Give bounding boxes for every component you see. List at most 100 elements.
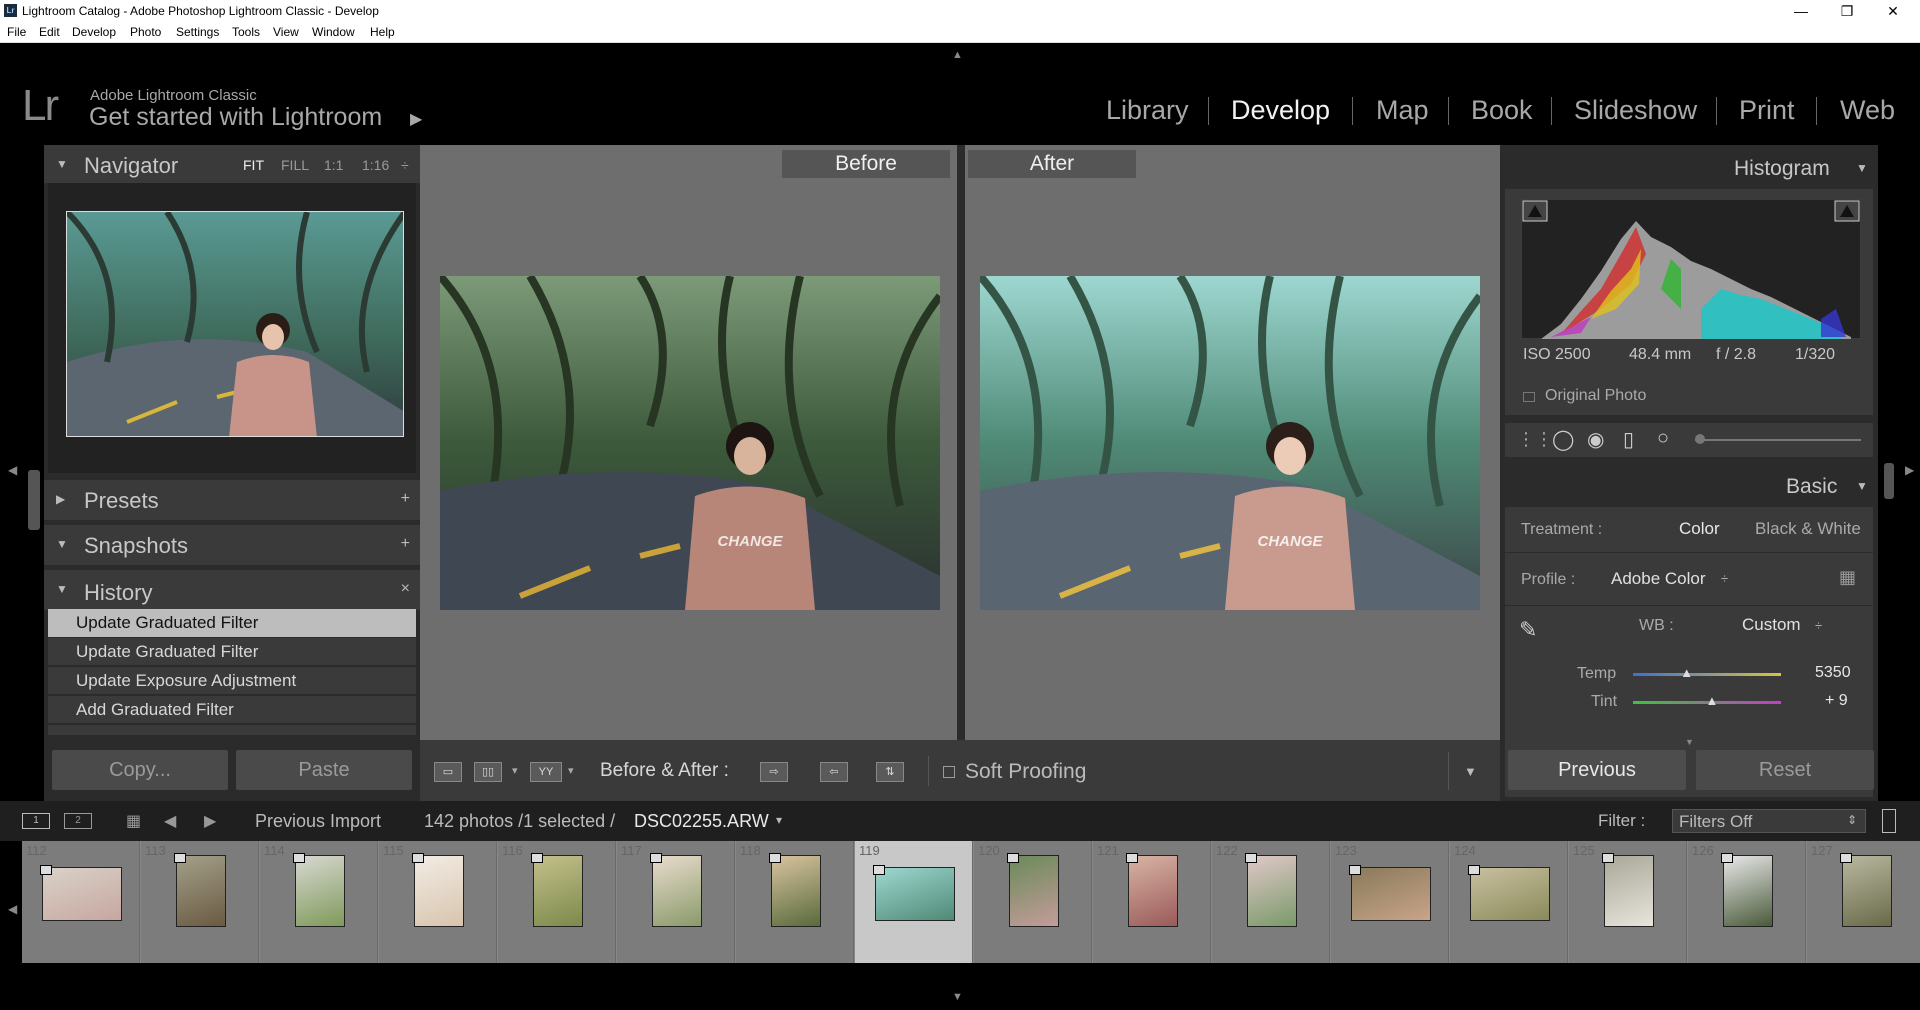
- filmstrip-cell[interactable]: 127: [1807, 841, 1920, 963]
- add-preset-icon[interactable]: +: [401, 490, 410, 508]
- filename-dropdown-icon[interactable]: ▾: [776, 813, 782, 827]
- menu-file[interactable]: File: [7, 25, 26, 39]
- filmstrip-cell[interactable]: 123: [1331, 841, 1449, 963]
- photo-thumbnail[interactable]: [295, 855, 345, 927]
- before-after-mode-icon[interactable]: YY: [530, 762, 562, 782]
- photo-thumbnail[interactable]: [1247, 855, 1297, 927]
- primary-window-button[interactable]: 1: [22, 813, 50, 829]
- filmstrip-cell[interactable]: 112: [22, 841, 140, 963]
- zoom-fit[interactable]: FIT: [243, 157, 264, 173]
- filmstrip-cell[interactable]: 121: [1093, 841, 1211, 963]
- basic-header[interactable]: Basic ▼: [1500, 463, 1878, 505]
- photo-thumbnail[interactable]: [771, 855, 821, 927]
- bottom-panel-toggle-icon[interactable]: ▼: [952, 991, 963, 1003]
- filmstrip-cell[interactable]: 126: [1688, 841, 1806, 963]
- photo-thumbnail[interactable]: [1470, 867, 1550, 921]
- add-snapshot-icon[interactable]: +: [401, 535, 410, 553]
- spot-removal-icon[interactable]: ◯: [1552, 427, 1574, 452]
- filmstrip-cell[interactable]: 120: [974, 841, 1092, 963]
- treatment-black-white[interactable]: Black & White: [1755, 519, 1861, 539]
- left-panel-toggle-icon[interactable]: ◀: [8, 463, 17, 477]
- navigator-preview-area[interactable]: [48, 183, 416, 473]
- module-print[interactable]: Print: [1739, 95, 1795, 126]
- after-photo[interactable]: CHANGE: [980, 276, 1480, 610]
- identity-plate[interactable]: Get started with Lightroom: [89, 103, 382, 132]
- photo-thumbnail[interactable]: [1009, 855, 1059, 927]
- menu-view[interactable]: View: [273, 25, 299, 39]
- expand-triangle-icon[interactable]: ▶: [56, 492, 65, 506]
- copy-before-to-after-icon[interactable]: ⇨: [760, 762, 788, 782]
- presets-header[interactable]: ▶ Presets +: [44, 480, 420, 520]
- histogram-box[interactable]: ISO 2500 48.4 mm f / 2.8 1/320 Original …: [1505, 189, 1873, 415]
- navigator-thumbnail[interactable]: [66, 211, 404, 437]
- filmstrip-cell[interactable]: 125: [1569, 841, 1687, 963]
- module-library[interactable]: Library: [1106, 95, 1189, 126]
- selected-filename[interactable]: DSC02255.ARW: [634, 811, 769, 832]
- menu-photo[interactable]: Photo: [130, 25, 161, 39]
- histogram-graph[interactable]: [1521, 199, 1861, 339]
- zoom-1-1[interactable]: 1:1: [324, 157, 343, 173]
- history-header[interactable]: ▼ History ×: [44, 570, 420, 610]
- secondary-window-button[interactable]: 2: [64, 813, 92, 829]
- photo-thumbnail[interactable]: [1128, 855, 1178, 927]
- module-book[interactable]: Book: [1471, 95, 1533, 126]
- swap-before-after-icon[interactable]: ⇅: [876, 762, 904, 782]
- soft-proofing-checkbox[interactable]: [943, 766, 955, 778]
- snapshots-header[interactable]: ▼ Snapshots +: [44, 525, 420, 565]
- photo-thumbnail[interactable]: [1351, 867, 1431, 921]
- zoom-more-icon[interactable]: ÷: [401, 157, 409, 173]
- menu-settings[interactable]: Settings: [176, 25, 219, 39]
- history-item-partial[interactable]: [48, 725, 416, 735]
- menu-develop[interactable]: Develop: [72, 25, 116, 39]
- filmstrip-cell[interactable]: 118: [736, 841, 854, 963]
- adjustment-brush-slider[interactable]: [1695, 439, 1861, 441]
- profile-value[interactable]: Adobe Color: [1611, 569, 1706, 589]
- ba-mode-dropdown-icon[interactable]: ▾: [568, 764, 574, 777]
- photo-thumbnail[interactable]: [1842, 855, 1892, 927]
- previous-button[interactable]: Previous: [1508, 750, 1686, 790]
- menu-tools[interactable]: Tools: [232, 25, 260, 39]
- before-after-view-icon[interactable]: ▯▯: [474, 762, 502, 782]
- grid-view-icon[interactable]: ▦: [126, 811, 141, 831]
- white-balance-picker-icon[interactable]: ✎: [1519, 617, 1537, 643]
- histogram-header[interactable]: Histogram ▼: [1500, 145, 1878, 189]
- filmstrip-left-arrow-icon[interactable]: ◀: [8, 902, 17, 916]
- module-map[interactable]: Map: [1376, 95, 1429, 126]
- filmstrip-source[interactable]: Previous Import: [255, 811, 381, 832]
- loupe-view-icon[interactable]: ▭: [434, 762, 462, 782]
- history-item[interactable]: Update Exposure Adjustment: [48, 667, 416, 695]
- view-mode-dropdown-icon[interactable]: ▾: [512, 764, 518, 777]
- panel-scroll-arrow-icon[interactable]: ▼: [1685, 737, 1694, 747]
- history-item[interactable]: Update Graduated Filter: [48, 638, 416, 666]
- treatment-color[interactable]: Color: [1679, 519, 1720, 539]
- filmstrip-cell[interactable]: 114: [260, 841, 378, 963]
- tint-value[interactable]: + 9: [1825, 692, 1848, 710]
- profile-browser-icon[interactable]: ▦: [1839, 567, 1856, 588]
- profile-dropdown-icon[interactable]: ÷: [1721, 571, 1728, 586]
- filter-select[interactable]: Filters Off ⇕: [1672, 809, 1866, 833]
- filter-lock-icon[interactable]: [1882, 809, 1896, 833]
- history-item[interactable]: Update Graduated Filter: [48, 609, 416, 637]
- photo-thumbnail[interactable]: [875, 867, 955, 921]
- temp-slider-track[interactable]: [1633, 673, 1781, 676]
- brush-slider-handle[interactable]: [1695, 434, 1705, 444]
- photo-thumbnail[interactable]: [652, 855, 702, 927]
- temp-value[interactable]: 5350: [1815, 664, 1851, 682]
- clear-history-icon[interactable]: ×: [401, 580, 410, 598]
- menu-edit[interactable]: Edit: [39, 25, 60, 39]
- photo-thumbnail[interactable]: [1604, 855, 1654, 927]
- filmstrip-cell[interactable]: 124: [1450, 841, 1568, 963]
- collapse-triangle-icon[interactable]: ▼: [56, 157, 68, 171]
- minimize-button[interactable]: —: [1778, 0, 1824, 22]
- radial-filter-icon[interactable]: ○: [1657, 427, 1669, 450]
- copy-after-to-before-icon[interactable]: ⇦: [820, 762, 848, 782]
- collapse-triangle-icon[interactable]: ▼: [1856, 161, 1868, 175]
- red-eye-icon[interactable]: ◉: [1587, 427, 1604, 452]
- filmstrip-cell[interactable]: 113: [141, 841, 259, 963]
- paste-button[interactable]: Paste: [236, 750, 412, 790]
- photo-thumbnail[interactable]: [176, 855, 226, 927]
- toolbar-options-icon[interactable]: ▼: [1464, 764, 1477, 779]
- maximize-button[interactable]: ❐: [1824, 0, 1870, 22]
- wb-value[interactable]: Custom: [1742, 615, 1801, 635]
- copy-button[interactable]: Copy...: [52, 750, 228, 790]
